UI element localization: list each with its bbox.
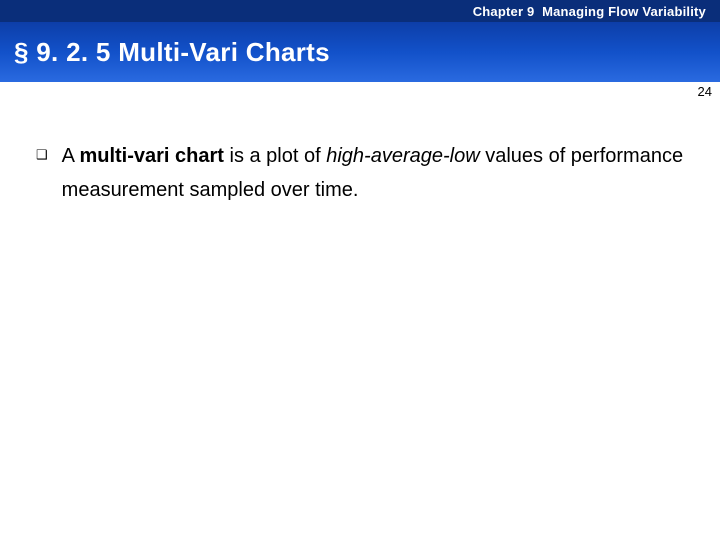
chapter-bar: Chapter 9 Managing Flow Variability [0, 0, 720, 22]
bullet-text: A multi-vari chart is a plot of high-ave… [62, 139, 684, 207]
page-number: 24 [698, 84, 712, 99]
chapter-label: Chapter 9 Managing Flow Variability [473, 4, 706, 19]
chapter-number: Chapter 9 [473, 4, 535, 19]
section-title: § 9. 2. 5 Multi-Vari Charts [14, 37, 330, 68]
chapter-title-text: Managing Flow Variability [542, 4, 706, 19]
page-number-row: 24 [0, 82, 720, 99]
bullet-item: ❑ A multi-vari chart is a plot of high-a… [36, 139, 684, 207]
bullet-marker-icon: ❑ [36, 141, 48, 169]
section-title-text: Multi-Vari Charts [118, 37, 330, 67]
title-bar: § 9. 2. 5 Multi-Vari Charts [0, 22, 720, 82]
bullet-text-emphasis: high-average-low [326, 145, 479, 167]
slide-body: ❑ A multi-vari chart is a plot of high-a… [0, 99, 720, 207]
bullet-text-part: A [62, 145, 80, 167]
bullet-text-part: is a plot of [224, 145, 326, 167]
section-marker: § 9. 2. 5 [14, 37, 111, 67]
slide: Chapter 9 Managing Flow Variability § 9.… [0, 0, 720, 540]
bullet-text-strong: multi-vari chart [79, 145, 223, 167]
